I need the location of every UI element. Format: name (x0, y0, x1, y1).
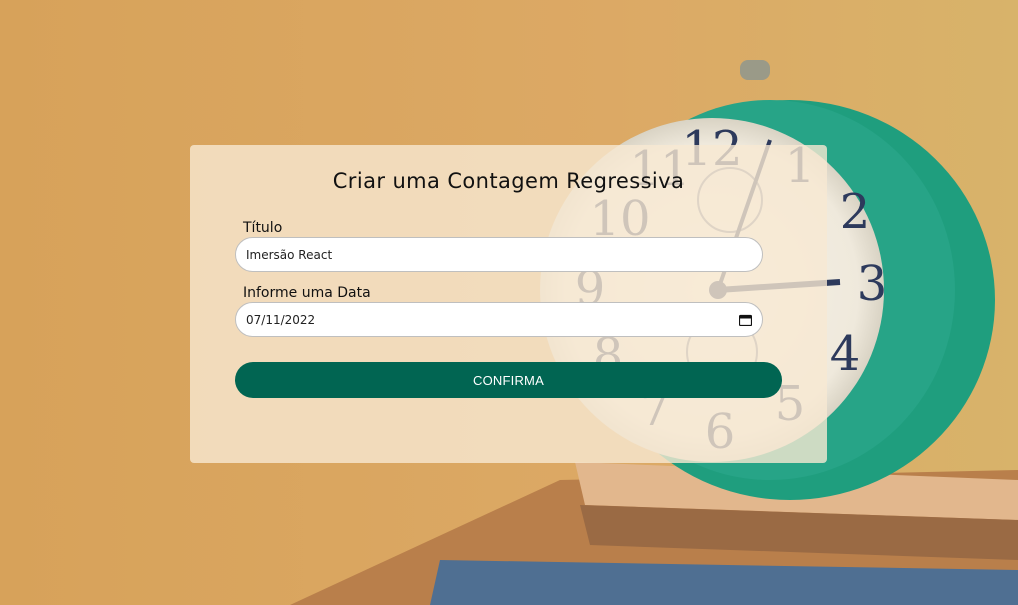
confirm-button[interactable]: CONFIRMA (235, 362, 782, 398)
title-label: Título (243, 220, 283, 236)
date-input[interactable]: 07/11/2022 (235, 302, 763, 337)
date-label: Informe uma Data (243, 285, 371, 301)
calendar-icon[interactable] (738, 314, 753, 326)
svg-text:3: 3 (857, 256, 888, 312)
title-input[interactable]: Imersão React (235, 237, 763, 272)
countdown-form-card: Criar uma Contagem Regressiva Título Ime… (190, 145, 827, 463)
svg-text:2: 2 (840, 184, 871, 240)
form-heading: Criar uma Contagem Regressiva (332, 169, 685, 193)
svg-text:4: 4 (830, 326, 861, 382)
date-input-value: 07/11/2022 (246, 312, 316, 327)
title-input-value: Imersão React (246, 247, 333, 262)
